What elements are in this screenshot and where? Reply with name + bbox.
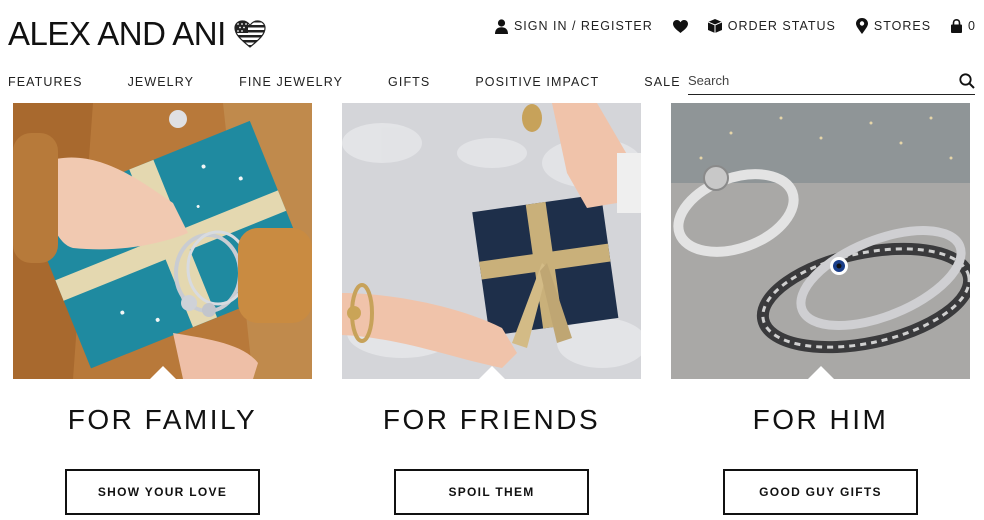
cart-count: 0	[968, 19, 976, 33]
card-title: FOR HIM	[752, 404, 889, 435]
main-nav: FEATURES JEWELRY FINE JEWELRY GIFTS POSI…	[8, 75, 681, 89]
card-title: FOR FAMILY	[67, 404, 258, 435]
card-notch	[149, 366, 176, 379]
order-status-label: ORDER STATUS	[727, 19, 836, 33]
promo-card-him: FOR HIM GOOD GUY GIFTS	[671, 103, 970, 515]
card-notch	[478, 366, 505, 379]
nav-item-positive-impact[interactable]: POSITIVE IMPACT	[475, 75, 599, 89]
promo-card-friends: FOR FRIENDS SPOIL THEM	[342, 103, 641, 515]
sign-in-label: SIGN IN / REGISTER	[513, 19, 653, 33]
brand-name: ALEX AND ANI	[8, 15, 226, 52]
cart-link[interactable]: 0	[951, 19, 976, 33]
wishlist-link[interactable]	[672, 19, 688, 33]
show-your-love-button[interactable]: SHOW YOUR LOVE	[65, 469, 260, 515]
card-notch	[807, 366, 834, 379]
utility-bar: SIGN IN / REGISTER ORDER STATUS STORES 0	[494, 18, 976, 34]
search-bar	[688, 67, 975, 95]
friends-gift-image[interactable]	[342, 103, 641, 379]
box-icon	[707, 19, 722, 33]
nav-item-gifts[interactable]: GIFTS	[388, 75, 430, 89]
nav-item-features[interactable]: FEATURES	[8, 75, 83, 89]
lock-bag-icon	[951, 19, 963, 33]
order-status-link[interactable]: ORDER STATUS	[707, 19, 836, 33]
brand-logo[interactable]: ALEX AND ANI	[8, 14, 266, 54]
stores-link[interactable]: STORES	[855, 18, 932, 34]
card-title: FOR FRIENDS	[382, 404, 601, 435]
him-bracelets-image[interactable]	[671, 103, 970, 379]
flag-heart-icon	[234, 20, 266, 48]
search-input[interactable]	[688, 73, 928, 88]
sign-in-link[interactable]: SIGN IN / REGISTER	[494, 18, 653, 34]
heart-icon	[672, 19, 688, 33]
family-gift-image[interactable]	[13, 103, 312, 379]
promo-card-family: FOR FAMILY SHOW YOUR LOVE	[13, 103, 312, 515]
search-icon[interactable]	[959, 72, 975, 89]
spoil-them-button[interactable]: SPOIL THEM	[394, 469, 589, 515]
good-guy-gifts-button[interactable]: GOOD GUY GIFTS	[723, 469, 918, 515]
nav-item-jewelry[interactable]: JEWELRY	[128, 75, 195, 89]
user-icon	[494, 18, 508, 34]
map-pin-icon	[855, 18, 868, 34]
nav-item-sale[interactable]: SALE	[644, 75, 680, 89]
nav-item-fine-jewelry[interactable]: FINE JEWELRY	[239, 75, 343, 89]
stores-label: STORES	[873, 19, 932, 33]
